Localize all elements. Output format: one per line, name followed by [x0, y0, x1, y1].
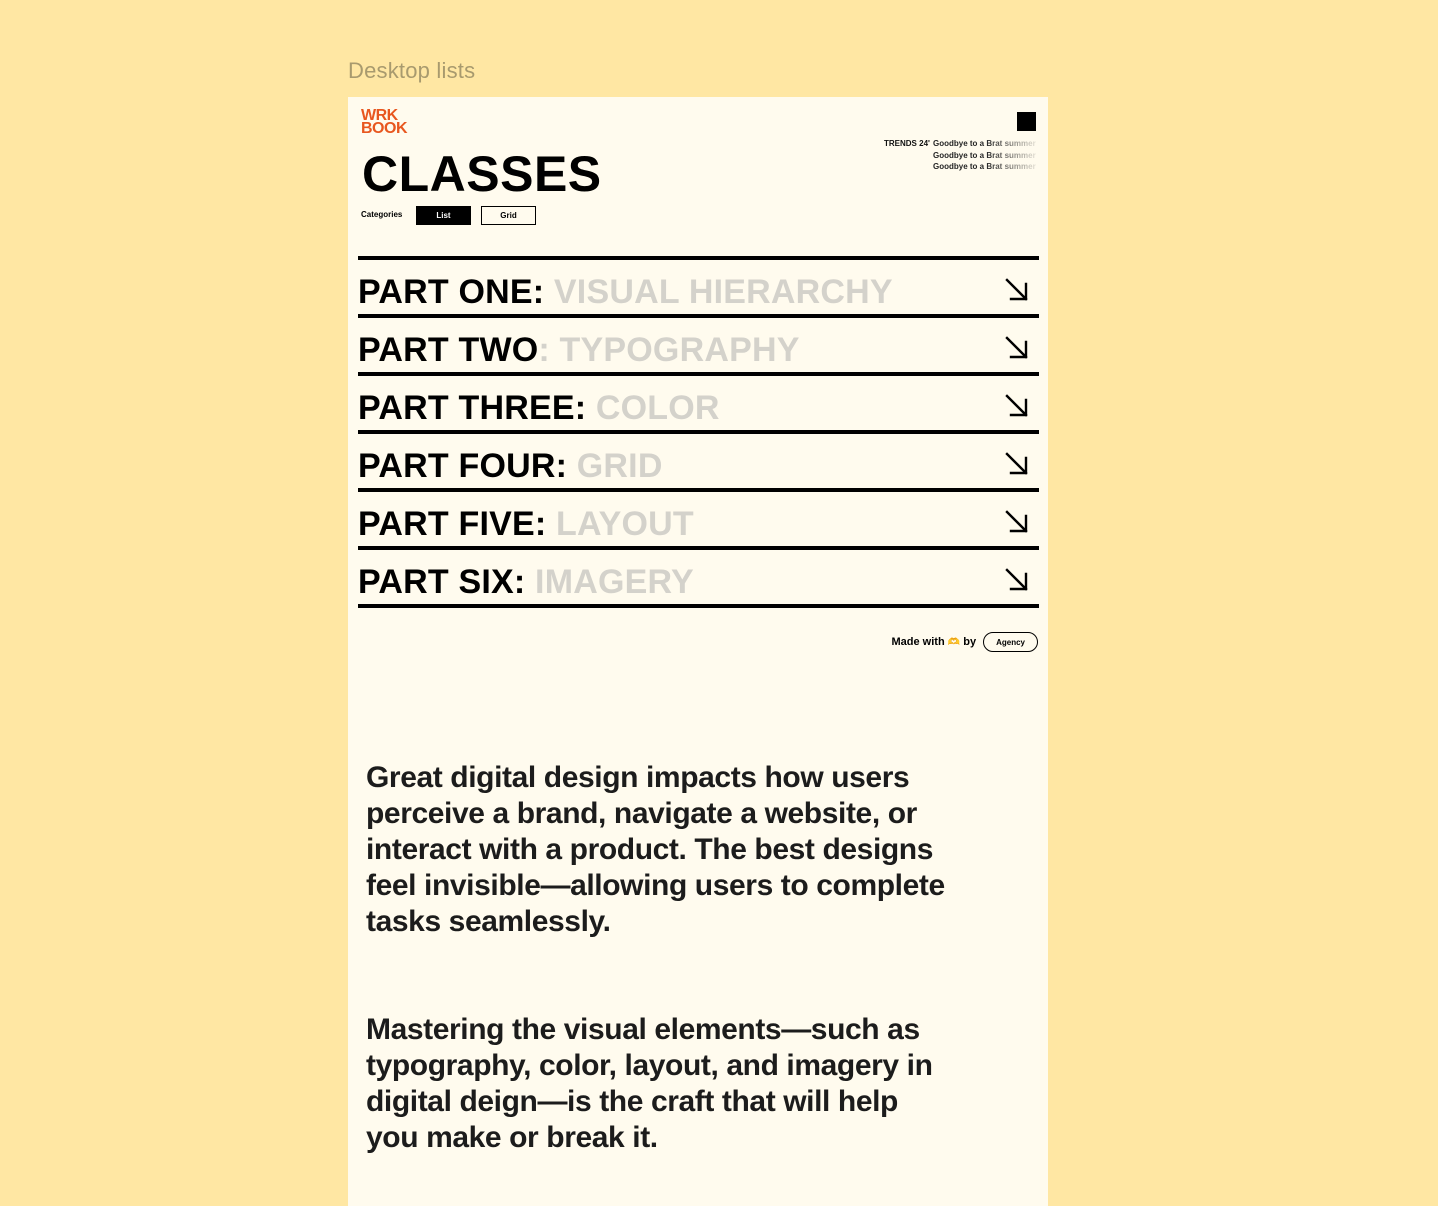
class-row-layout[interactable]: PART FIVE: LAYOUT	[358, 492, 1039, 550]
arrow-down-right-icon[interactable]	[1003, 392, 1031, 420]
trends-label: TRENDS 24'	[884, 139, 930, 148]
class-topic: GRID	[567, 447, 663, 485]
class-row-label: PART ONE: VISUAL HIERARCHY	[358, 272, 893, 312]
class-part: PART TWO	[358, 331, 539, 369]
class-part: PART FOUR:	[358, 447, 568, 485]
class-row-typography[interactable]: PART TWO: TYPOGRAPHY	[358, 318, 1039, 376]
class-row-label: PART SIX: IMAGERY	[358, 562, 694, 602]
made-with-text: Made with 🫶 by	[892, 636, 977, 648]
arrow-down-right-icon[interactable]	[1003, 566, 1031, 594]
class-topic: IMAGERY	[525, 563, 694, 601]
credits-footer: Made with 🫶 by Agency	[892, 632, 1038, 652]
intro-paragraph: Great digital design impacts how users p…	[366, 761, 945, 938]
class-part: PART ONE:	[358, 273, 545, 311]
made-with-label: Made with	[891, 636, 945, 648]
heart-hands-icon: 🫶	[947, 637, 961, 648]
categories-label: Categories	[361, 210, 403, 219]
class-row-label: PART FIVE: LAYOUT	[358, 504, 694, 544]
class-topic: COLOR	[586, 389, 720, 427]
agency-button[interactable]: Agency	[983, 632, 1038, 652]
list-view-button[interactable]: List	[416, 206, 471, 225]
class-topic: LAYOUT	[546, 505, 694, 543]
mastery-paragraph: Mastering the visual elements—such as ty…	[366, 1013, 933, 1154]
trends-items: Goodbye to a Brat summer Goodbye to a Br…	[933, 138, 1037, 173]
class-topic: VISUAL HIERARCHY	[544, 273, 893, 311]
grid-view-button[interactable]: Grid	[481, 206, 536, 225]
square-menu-icon[interactable]	[1017, 112, 1036, 131]
wrkbook-logo[interactable]: WRK BOOK	[361, 108, 411, 137]
arrow-down-right-icon[interactable]	[1003, 450, 1031, 478]
logo-line-2: BOOK	[361, 120, 408, 137]
class-part: PART SIX:	[358, 563, 526, 601]
class-row-label: PART TWO: TYPOGRAPHY	[358, 330, 800, 370]
class-row-label: PART FOUR: GRID	[358, 446, 663, 486]
arrow-down-right-icon[interactable]	[1003, 334, 1031, 362]
class-row-grid[interactable]: PART FOUR: GRID	[358, 434, 1039, 492]
desktop-lists-frame: WRK BOOK TRENDS 24' Goodbye to a Brat su…	[348, 97, 1048, 1206]
class-topic: : TYPOGRAPHY	[538, 331, 800, 369]
class-part: PART FIVE:	[358, 505, 547, 543]
class-row-visual-hierarchy[interactable]: PART ONE: VISUAL HIERARCHY	[358, 260, 1039, 318]
class-row-label: PART THREE: COLOR	[358, 388, 720, 428]
arrow-down-right-icon[interactable]	[1003, 276, 1031, 304]
trend-item[interactable]: Goodbye to a Brat summer	[933, 138, 1037, 150]
frame-label: Desktop lists	[348, 58, 476, 83]
arrow-down-right-icon[interactable]	[1003, 508, 1031, 536]
class-row-imagery[interactable]: PART SIX: IMAGERY	[358, 550, 1039, 608]
classes-list: PART ONE: VISUAL HIERARCHY PART TWO: TYP…	[358, 260, 1039, 608]
by-label: by	[963, 636, 977, 648]
class-row-color[interactable]: PART THREE: COLOR	[358, 376, 1039, 434]
trend-item[interactable]: Goodbye to a Brat summer	[933, 150, 1037, 162]
trend-item[interactable]: Goodbye to a Brat summer	[933, 161, 1037, 173]
class-part: PART THREE:	[358, 389, 587, 427]
page-title: CLASSES	[362, 146, 602, 202]
